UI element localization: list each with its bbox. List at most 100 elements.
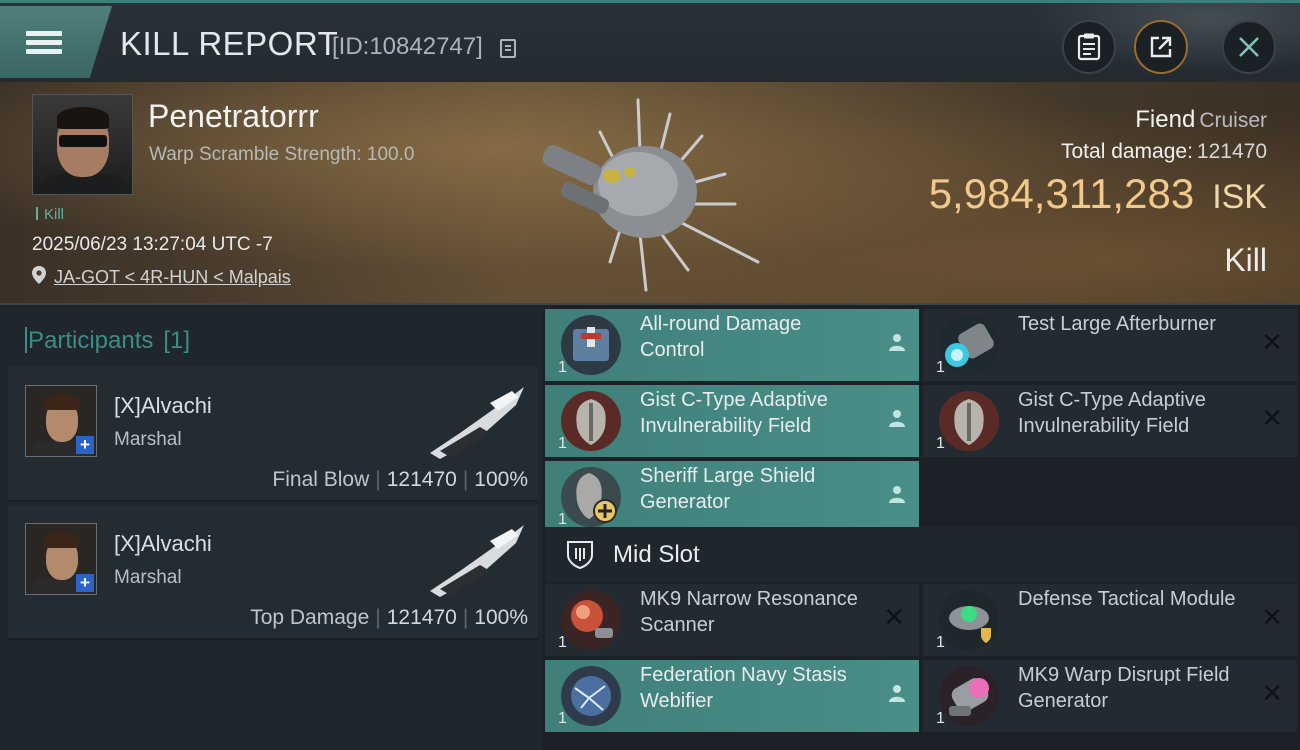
- ship-class: Cruiser: [1199, 109, 1267, 132]
- participants-title: Participants [1]: [24, 327, 191, 355]
- module-name: MK9 Warp Disrupt Field Generator: [1018, 664, 1230, 712]
- module-slot[interactable]: 1 MK9 Warp Disrupt Field Generator ✕: [923, 660, 1297, 732]
- invulnerability-field-icon: [561, 391, 621, 451]
- warp-scramble-strength: Warp Scramble Strength: 100.0: [149, 144, 415, 165]
- module-slot[interactable]: 1 MK9 Narrow Resonance Scanner ✕: [545, 584, 919, 656]
- module-qty: 1: [558, 435, 567, 452]
- share-icon: [1150, 36, 1172, 58]
- module-qty: 1: [936, 359, 945, 376]
- close-icon: [1239, 37, 1259, 57]
- module-name: Defense Tactical Module: [1018, 588, 1236, 610]
- participant-rank: Marshal: [114, 567, 182, 588]
- participant-name: [X]Alvachi: [114, 393, 212, 418]
- kill-result: Kill: [1224, 242, 1267, 278]
- isk-amount: 5,984,311,283: [928, 170, 1195, 217]
- close-button[interactable]: [1222, 20, 1276, 74]
- destroyed-icon: ✕: [1261, 678, 1283, 708]
- module-slot[interactable]: 1 Gist C-Type Adaptive Invulnerability F…: [545, 385, 919, 457]
- participant-damage: 121470: [386, 606, 457, 629]
- participant-ship-icon: [430, 525, 524, 597]
- mid-slot-icon: [567, 541, 593, 569]
- participants-panel: Participants [1] + [X]Alvachi Marshal Fin…: [0, 307, 543, 750]
- participant-portrait[interactable]: +: [25, 523, 97, 595]
- module-qty: 1: [936, 710, 945, 727]
- module-qty: 1: [936, 634, 945, 651]
- module-slot[interactable]: 1 Test Large Afterburner ✕: [923, 309, 1297, 381]
- tactical-module-icon: [939, 590, 999, 650]
- afterburner-icon: [939, 315, 999, 375]
- total-damage: Total damage: 121470: [1061, 140, 1267, 164]
- module-slot[interactable]: 1 Defense Tactical Module ✕: [923, 584, 1297, 656]
- report-button[interactable]: [1062, 20, 1116, 74]
- destroyed-icon: ✕: [883, 602, 905, 632]
- stat-separator: |: [462, 468, 469, 491]
- module-name: Sheriff Large Shield Generator: [640, 465, 816, 513]
- module-qty: 1: [558, 710, 567, 727]
- menu-button[interactable]: [0, 6, 112, 78]
- isk-value: 5,984,311,283 ISK: [929, 170, 1267, 218]
- participant-rank: Marshal: [114, 429, 182, 450]
- module-name: All-round Damage Control: [640, 313, 802, 361]
- kill-datetime: 2025/06/23 13:27:04 UTC -7: [32, 234, 273, 255]
- add-contact-icon[interactable]: +: [76, 574, 94, 592]
- stasis-webifier-icon: [561, 666, 621, 726]
- participant-ship-icon: [430, 387, 524, 459]
- participant-stats: Top Damage | 121470 | 100%: [250, 606, 528, 630]
- module-slot[interactable]: 1 Gist C-Type Adaptive Invulnerability F…: [923, 385, 1297, 457]
- victim-name[interactable]: Penetratorrr: [148, 98, 319, 135]
- mid-slot-label: Mid Slot: [613, 541, 700, 568]
- module-slot[interactable]: 1 Sheriff Large Shield Generator: [545, 461, 919, 533]
- module-name: MK9 Narrow Resonance Scanner: [640, 588, 858, 636]
- ship-type[interactable]: Fiend Cruiser: [1135, 106, 1267, 134]
- participant-percent: 100%: [474, 468, 528, 491]
- destroyed-icon: ✕: [1261, 602, 1283, 632]
- copy-icon[interactable]: [500, 39, 516, 58]
- isk-unit: ISK: [1212, 178, 1267, 216]
- ship-render: [542, 98, 760, 292]
- location-link[interactable]: JA-GOT < 4R-HUN < Malpais: [54, 267, 291, 288]
- total-damage-value: 121470: [1196, 140, 1267, 163]
- user-icon: [889, 486, 905, 503]
- user-icon: [889, 410, 905, 427]
- kill-summary: Penetratorrr Warp Scramble Strength: 100…: [0, 82, 1300, 305]
- stat-separator: |: [375, 606, 381, 629]
- ship-name: Fiend: [1135, 106, 1196, 133]
- hamburger-icon: [26, 27, 62, 58]
- participant-stats: Final Blow | 121470 | 100%: [272, 468, 528, 492]
- stat-separator: |: [375, 468, 381, 491]
- module-qty: 1: [558, 634, 567, 651]
- add-contact-icon[interactable]: +: [76, 436, 94, 454]
- participants-label: Participants: [28, 327, 154, 354]
- module-name: Federation Navy Stasis Webifier: [640, 664, 847, 712]
- shield-generator-icon: [561, 467, 621, 527]
- participants-count: [1]: [163, 327, 191, 354]
- participant-damage: 121470: [386, 468, 457, 491]
- victim-portrait[interactable]: [32, 94, 133, 195]
- participant-card[interactable]: + [X]Alvachi Marshal Final Blow | 121470 | 1…: [8, 367, 538, 502]
- module-qty: 1: [936, 435, 945, 452]
- report-id: [ID:10842747]: [332, 33, 483, 60]
- destroyed-icon: ✕: [1261, 327, 1283, 357]
- location-pin-icon: [32, 266, 46, 284]
- participant-card[interactable]: + [X]Alvachi Marshal Top Damage | 121470 | 1…: [8, 505, 538, 640]
- destroyed-icon: ✕: [1261, 403, 1283, 433]
- module-name: Gist C-Type Adaptive Invulnerability Fie…: [1018, 389, 1206, 437]
- module-name: Test Large Afterburner: [1018, 313, 1216, 335]
- invulnerability-field-icon: [939, 391, 999, 451]
- participant-label: Final Blow: [272, 468, 370, 491]
- participant-portrait[interactable]: +: [25, 385, 97, 457]
- module-name: Gist C-Type Adaptive Invulnerability Fie…: [640, 389, 828, 437]
- participant-label: Top Damage: [250, 606, 370, 629]
- share-button[interactable]: [1134, 20, 1188, 74]
- module-slot[interactable]: 1 Federation Navy Stasis Webifier: [545, 660, 919, 732]
- clipboard-icon: [1077, 33, 1101, 61]
- user-icon: [889, 685, 905, 702]
- mid-slot-header: Mid Slot: [545, 527, 1297, 583]
- stat-separator: |: [462, 606, 469, 629]
- title-bar: KILL REPORT [ID:10842747]: [0, 0, 1300, 83]
- module-slot[interactable]: 1 All-round Damage Control: [545, 309, 919, 381]
- participant-name: [X]Alvachi: [114, 531, 212, 556]
- damage-control-icon: [561, 315, 621, 375]
- page-title: KILL REPORT: [120, 25, 339, 62]
- participant-percent: 100%: [474, 606, 528, 629]
